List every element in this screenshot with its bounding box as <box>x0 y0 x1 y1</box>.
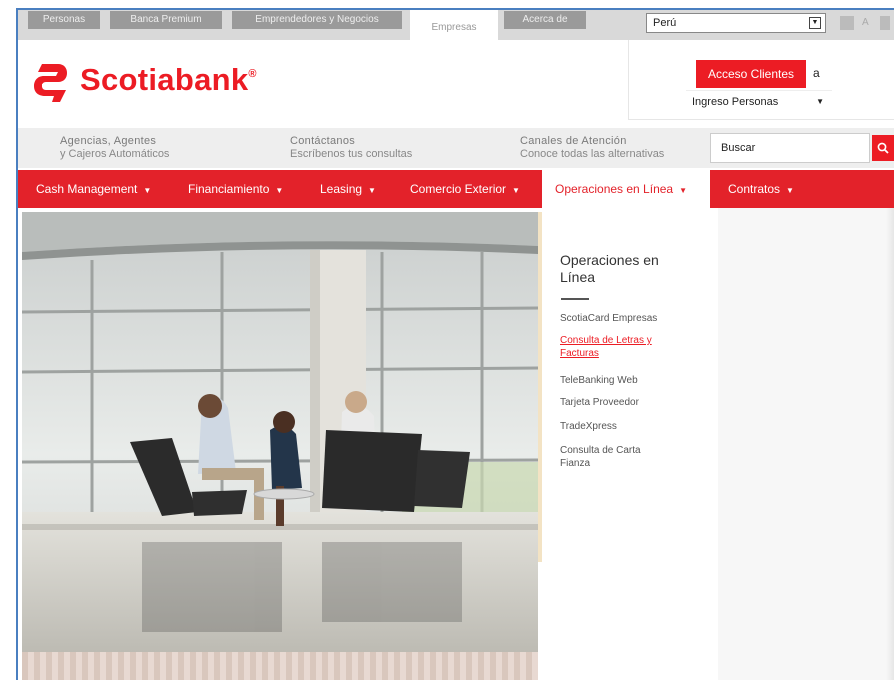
segment-tab-empresas[interactable]: Empresas <box>410 10 498 40</box>
link-text: Consulta de Carta <box>560 445 641 456</box>
window-frame-left <box>16 8 18 680</box>
nav-item-financiamiento[interactable]: Financiamiento ▼ <box>188 170 283 208</box>
nav-label: Cash Management <box>36 182 138 196</box>
dropdown-link-scotiacard-empresas[interactable]: ScotiaCard Empresas <box>560 312 657 325</box>
font-size-increase-icon[interactable] <box>880 16 890 30</box>
segment-tab-banca-premium[interactable]: Banca Premium <box>110 11 222 29</box>
dropdown-title: Operaciones en Línea <box>560 252 659 286</box>
info-contactanos-title: Contáctanos <box>290 135 356 147</box>
nav-label: Operaciones en Línea <box>555 182 674 196</box>
caret-down-icon: ▼ <box>143 186 152 195</box>
country-select[interactable]: Perú ▼ <box>646 13 826 33</box>
dropdown-title-line: Línea <box>560 269 596 285</box>
caret-down-icon: ▼ <box>368 186 376 195</box>
link-text: TeleBanking Web <box>560 375 638 386</box>
nav-label: Financiamiento <box>188 182 270 196</box>
print-icon[interactable] <box>840 16 854 30</box>
search-icon <box>877 142 889 154</box>
info-contactanos-sub: Escríbenos tus consultas <box>290 148 413 160</box>
link-text: Fianza <box>560 458 591 469</box>
caret-down-icon: ▼ <box>786 186 794 195</box>
dropdown-link-consulta-carta-fianza[interactable]: Consulta de Carta Fianza <box>560 444 641 470</box>
caret-down-icon: ▼ <box>679 186 688 195</box>
info-canales-title: Canales de Atención <box>520 135 627 147</box>
font-size-button[interactable]: A <box>862 16 876 30</box>
dropdown-title-line: Operaciones en <box>560 252 659 268</box>
link-text: TradeXpress <box>560 421 617 432</box>
nav-item-leasing[interactable]: Leasing ▼ <box>320 170 376 208</box>
info-agencias-sub: y Cajeros Automáticos <box>60 148 170 160</box>
dropdown-link-telebanking-web[interactable]: TeleBanking Web <box>560 374 638 387</box>
search-input[interactable]: Buscar <box>710 133 870 163</box>
chevron-down-icon: ▼ <box>809 17 821 29</box>
caret-down-icon: ▼ <box>275 186 284 195</box>
nav-item-contratos[interactable]: Contratos ▼ <box>728 170 794 208</box>
nav-label: Leasing <box>320 182 363 196</box>
segment-tab-acerca-de[interactable]: Acerca de <box>504 11 586 29</box>
browser-page: Personas Banca Premium Emprendedores y N… <box>0 0 894 680</box>
ingreso-select[interactable]: Ingreso Personas ▼ <box>686 90 832 112</box>
registered-mark: ® <box>248 68 257 80</box>
dropdown-title-rule <box>561 298 589 300</box>
caret-down-icon: ▼ <box>512 186 520 195</box>
nav-item-operaciones-en-linea[interactable]: Operaciones en Línea ▼ <box>542 170 710 208</box>
info-canales-sub: Conoce todas las alternativas <box>520 148 665 160</box>
scotiabank-s-logo-icon[interactable] <box>32 62 68 104</box>
dropdown-link-consulta-letras-facturas[interactable]: Consulta de Letras y Facturas <box>560 334 652 360</box>
info-agencias[interactable]: Agencias, Agentes y Cajeros Automáticos <box>60 135 169 161</box>
country-select-value: Perú <box>653 17 677 29</box>
dropdown-link-tarjeta-proveedor[interactable]: Tarjeta Proveedor <box>560 396 639 409</box>
brand-name: Scotiabank <box>80 62 249 97</box>
acceso-suffix-label: a <box>813 66 820 80</box>
acceso-clientes-button[interactable]: Acceso Clientes <box>696 60 806 88</box>
office-lobby-photo <box>22 212 538 652</box>
footer-pattern-strip <box>22 652 538 680</box>
caret-down-icon: ▼ <box>816 97 824 106</box>
info-contactanos[interactable]: Contáctanos Escríbenos tus consultas <box>290 135 412 161</box>
ingreso-select-value: Ingreso Personas <box>692 96 779 108</box>
link-text: Consulta de Letras y <box>560 335 652 346</box>
nav-item-cash-management[interactable]: Cash Management ▼ <box>36 170 151 208</box>
search-button[interactable] <box>872 135 894 161</box>
info-agencias-title: Agencias, Agentes <box>60 135 157 147</box>
info-canales[interactable]: Canales de Atención Conoce todas las alt… <box>520 135 664 161</box>
nav-label: Comercio Exterior <box>410 182 507 196</box>
hero-image[interactable] <box>22 212 538 652</box>
right-scroll-edge <box>886 208 894 680</box>
nav-item-comercio-exterior[interactable]: Comercio Exterior ▼ <box>410 170 520 208</box>
link-text: Facturas <box>560 348 599 359</box>
nav-label: Contratos <box>728 182 781 196</box>
dropdown-link-tradexpress[interactable]: TradeXpress <box>560 420 617 433</box>
segment-tab-personas[interactable]: Personas <box>28 11 100 29</box>
main-nav: Cash Management ▼ Financiamiento ▼ Leasing… <box>18 170 894 208</box>
brand-logo-text[interactable]: Scotiabank® <box>80 62 257 98</box>
right-empty-area <box>718 208 894 680</box>
link-text: ScotiaCard Empresas <box>560 313 658 324</box>
link-text: Tarjeta Proveedor <box>560 397 639 408</box>
segment-tab-emprendedores[interactable]: Emprendedores y Negocios <box>232 11 402 29</box>
